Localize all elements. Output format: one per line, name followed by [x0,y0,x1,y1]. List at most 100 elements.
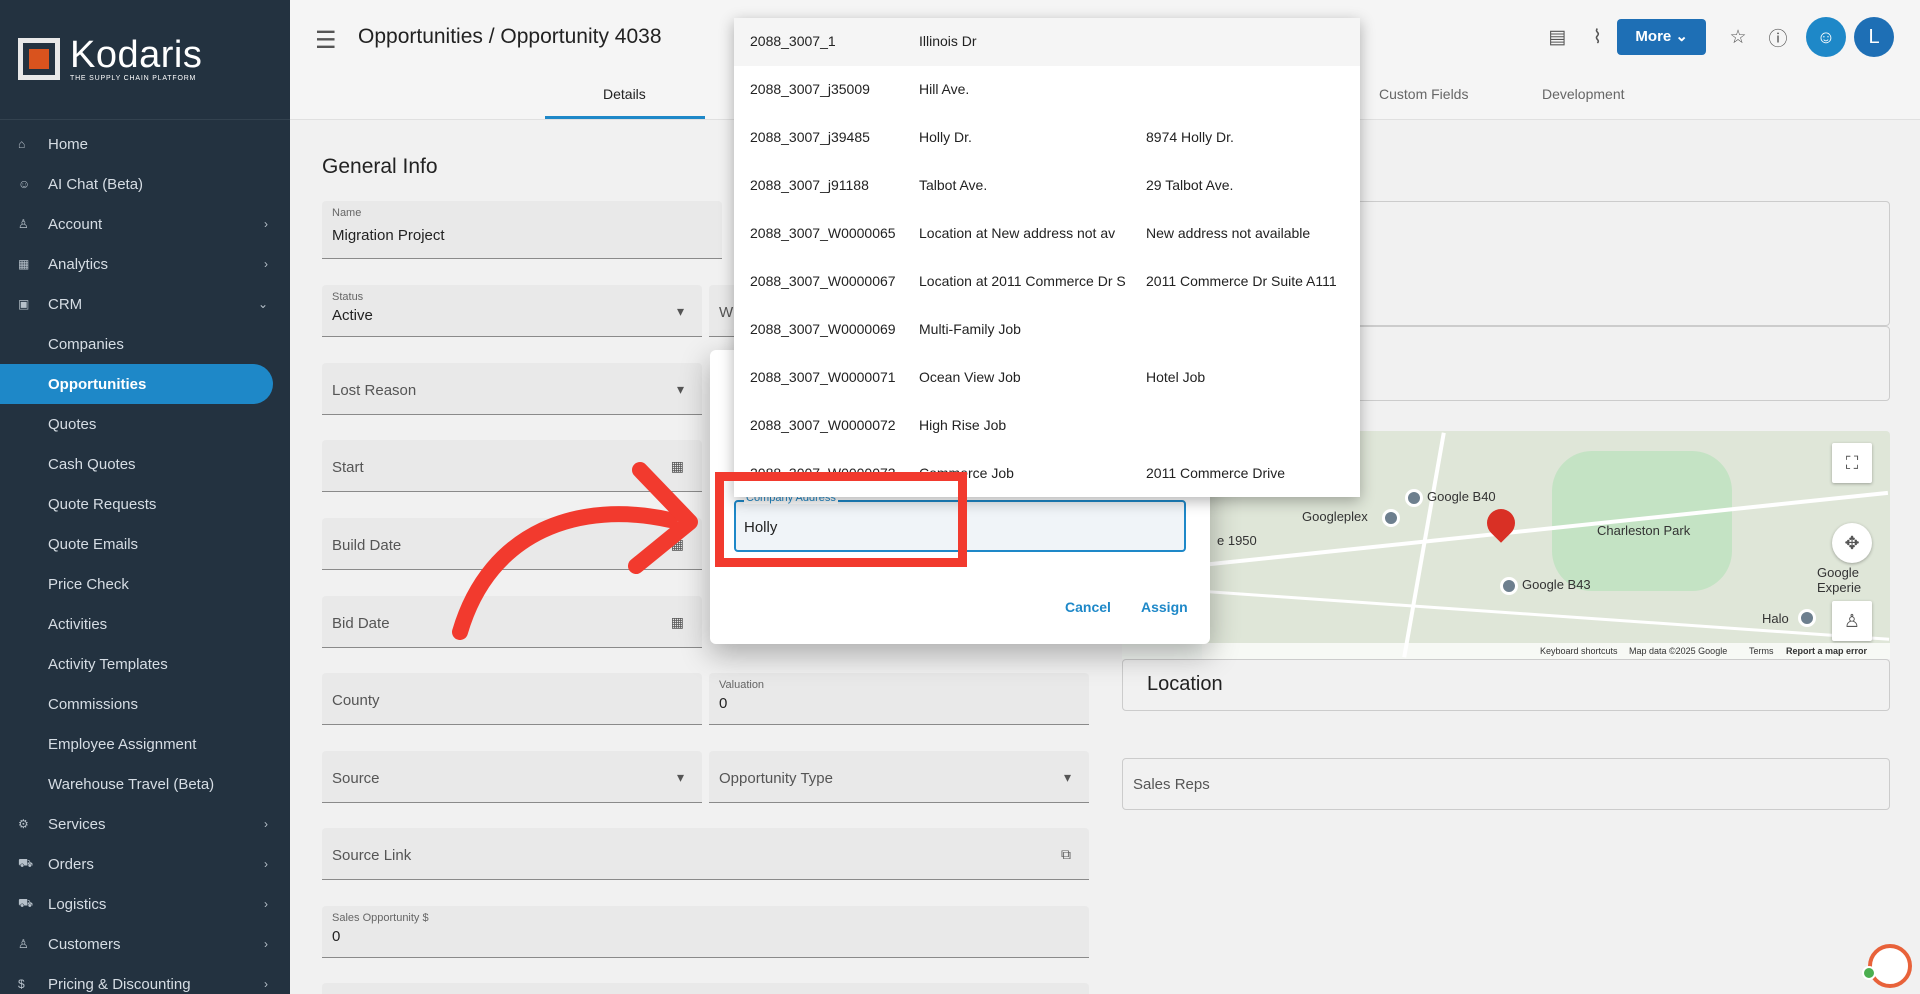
attachment-icon[interactable]: ⌇ [1577,26,1617,49]
tab-details[interactable]: Details [603,86,646,102]
sidebar-item-label: Services [48,815,106,833]
address-option[interactable]: 2088_3007_1 Illinois Dr [734,18,1360,66]
sidebar-item-activity-templates[interactable]: Activity Templates [0,644,290,684]
county-field[interactable]: County [322,673,702,725]
pan-control-icon[interactable]: ✥ [1832,523,1872,563]
start-placeholder: Start [332,459,364,476]
sidebar-item-label: Activity Templates [48,655,168,673]
menu-icon[interactable]: ☰ [315,26,337,55]
valuation-field[interactable]: Valuation 0 [709,673,1089,725]
source-select[interactable]: Source ▾ [322,751,702,803]
sales-opportunity-label: Sales Opportunity $ [332,912,429,924]
sidebar-item-ai-chat-beta[interactable]: ☺ AI Chat (Beta) [0,164,290,204]
terms-link[interactable]: Terms [1749,646,1774,656]
robot-icon: ☺ [18,177,31,191]
sidebar-item-analytics[interactable]: ▦ Analytics › [0,244,290,284]
brand-name: Kodaris [70,34,203,76]
avatar[interactable]: L [1854,17,1894,57]
chevron-right-icon: › [264,817,268,831]
sidebar-item-services[interactable]: ⚙ Services › [0,804,290,844]
sidebar-item-home[interactable]: ⌂ Home [0,124,290,164]
sidebar-item-activities[interactable]: Activities [0,604,290,644]
keyboard-shortcuts-link[interactable]: Keyboard shortcuts [1540,646,1618,656]
address-name: High Rise Job [919,417,1007,433]
sidebar-item-label: Opportunities [48,375,147,393]
cancel-button[interactable]: Cancel [1065,599,1111,615]
contact-icon: ▣ [18,297,30,311]
logo-mark-icon [18,38,60,80]
sidebar-item-warehouse-travel-beta[interactable]: Warehouse Travel (Beta) [0,764,290,804]
person-icon: ♙ [18,217,29,231]
source-link-field[interactable]: Source Link ⧉ [322,828,1089,880]
chat-widget-icon[interactable] [1868,944,1912,988]
chevron-right-icon: › [264,217,268,231]
sidebar-item-quotes[interactable]: Quotes [0,404,290,444]
robot-icon[interactable]: ☺ [1806,17,1846,57]
sidebar-item-companies[interactable]: Companies [0,324,290,364]
sidebar-item-pricing-discounting[interactable]: $ Pricing & Discounting › [0,964,290,994]
next-field[interactable] [322,983,1089,994]
sidebar-item-label: Employee Assignment [48,735,197,753]
sidebar-item-opportunities[interactable]: Opportunities [0,364,273,404]
more-button[interactable]: More ⌄ [1617,19,1706,55]
place-pin-icon[interactable] [1405,489,1423,507]
address-option[interactable]: 2088_3007_j35009 Hill Ave. [734,66,1360,114]
add-note-icon[interactable]: ▤ [1537,26,1577,49]
address-option[interactable]: 2088_3007_j39485 Holly Dr. 8974 Holly Dr. [734,114,1360,162]
address-option[interactable]: 2088_3007_W0000065 Location at New addres… [734,210,1360,258]
sidebar-divider [0,119,290,120]
report-map-error-link[interactable]: Report a map error [1786,646,1867,656]
map-park [1552,451,1732,591]
opportunity-type-placeholder: Opportunity Type [719,770,833,787]
address-line: 8974 Holly Dr. [1146,129,1234,145]
address-code: 2088_3007_W0000067 [750,273,896,289]
sidebar-item-crm[interactable]: ▣ CRM ⌄ [0,284,290,324]
sales-opportunity-field[interactable]: Sales Opportunity $ 0 [322,906,1089,958]
sidebar-item-customers[interactable]: ♙ Customers › [0,924,290,964]
chevron-right-icon: › [264,977,268,991]
sidebar-item-commissions[interactable]: Commissions [0,684,290,724]
map-label-park: Charleston Park [1597,523,1691,538]
lost-reason-select[interactable]: Lost Reason ▾ [322,363,702,415]
address-name: Location at New address not av [919,225,1116,241]
help-icon[interactable]: ⓘ [1758,24,1798,51]
open-link-icon[interactable]: ⧉ [1061,846,1071,863]
kodaris-logo[interactable]: Kodaris THE SUPPLY CHAIN PLATFORM [18,36,202,82]
sidebar-item-quote-requests[interactable]: Quote Requests [0,484,290,524]
address-name: Hill Ave. [919,81,970,97]
breadcrumb: Opportunities / Opportunity 4038 [358,25,662,48]
address-option[interactable]: 2088_3007_W0000069 Multi-Family Job [734,306,1360,354]
sales-reps-field[interactable]: Sales Reps [1122,758,1890,810]
sidebar-item-account[interactable]: ♙ Account › [0,204,290,244]
sidebar-item-quote-emails[interactable]: Quote Emails [0,524,290,564]
sales-reps-label: Sales Reps [1133,776,1210,793]
place-pin-icon[interactable] [1500,577,1518,595]
tab-custom-fields[interactable]: Custom Fields [1379,86,1468,102]
address-option[interactable]: 2088_3007_W0000071 Ocean View Job Hotel Jo… [734,354,1360,402]
address-option[interactable]: 2088_3007_W0000072 High Rise Job [734,402,1360,450]
sidebar-item-orders[interactable]: ⛟ Orders › [0,844,290,884]
sidebar-item-cash-quotes[interactable]: Cash Quotes [0,444,290,484]
truck-icon: ⛟ [18,856,34,870]
fullscreen-icon[interactable]: ⛶ [1832,443,1872,483]
name-field[interactable]: Name Migration Project [322,201,722,259]
sidebar: Kodaris THE SUPPLY CHAIN PLATFORM ⌂ Home ☺… [0,0,290,994]
sales-opportunity-value: 0 [332,928,341,945]
place-pin-icon[interactable] [1798,609,1816,627]
address-option[interactable]: 2088_3007_W0000067 Location at 2011 Comme… [734,258,1360,306]
opportunity-type-select[interactable]: Opportunity Type ▾ [709,751,1089,803]
sidebar-item-employee-assignment[interactable]: Employee Assignment [0,724,290,764]
star-icon[interactable]: ☆ [1718,26,1758,49]
street-view-icon[interactable]: ♙ [1832,601,1872,641]
tab-development[interactable]: Development [1542,86,1625,102]
place-pin-icon[interactable] [1382,509,1400,527]
active-tab-indicator [545,116,705,119]
assign-button[interactable]: Assign [1141,599,1188,615]
sidebar-item-price-check[interactable]: Price Check [0,564,290,604]
sidebar-nav: ⌂ Home ☺ AI Chat (Beta) ♙ Account › ▦ Analytics ›… [0,124,290,994]
chevron-down-icon: ⌄ [1675,28,1688,45]
address-option[interactable]: 2088_3007_j91188 Talbot Ave. 29 Talbot Ave… [734,162,1360,210]
source-link-placeholder: Source Link [332,847,412,864]
status-select[interactable]: Status Active ▾ [322,285,702,337]
sidebar-item-logistics[interactable]: ⛟ Logistics › [0,884,290,924]
